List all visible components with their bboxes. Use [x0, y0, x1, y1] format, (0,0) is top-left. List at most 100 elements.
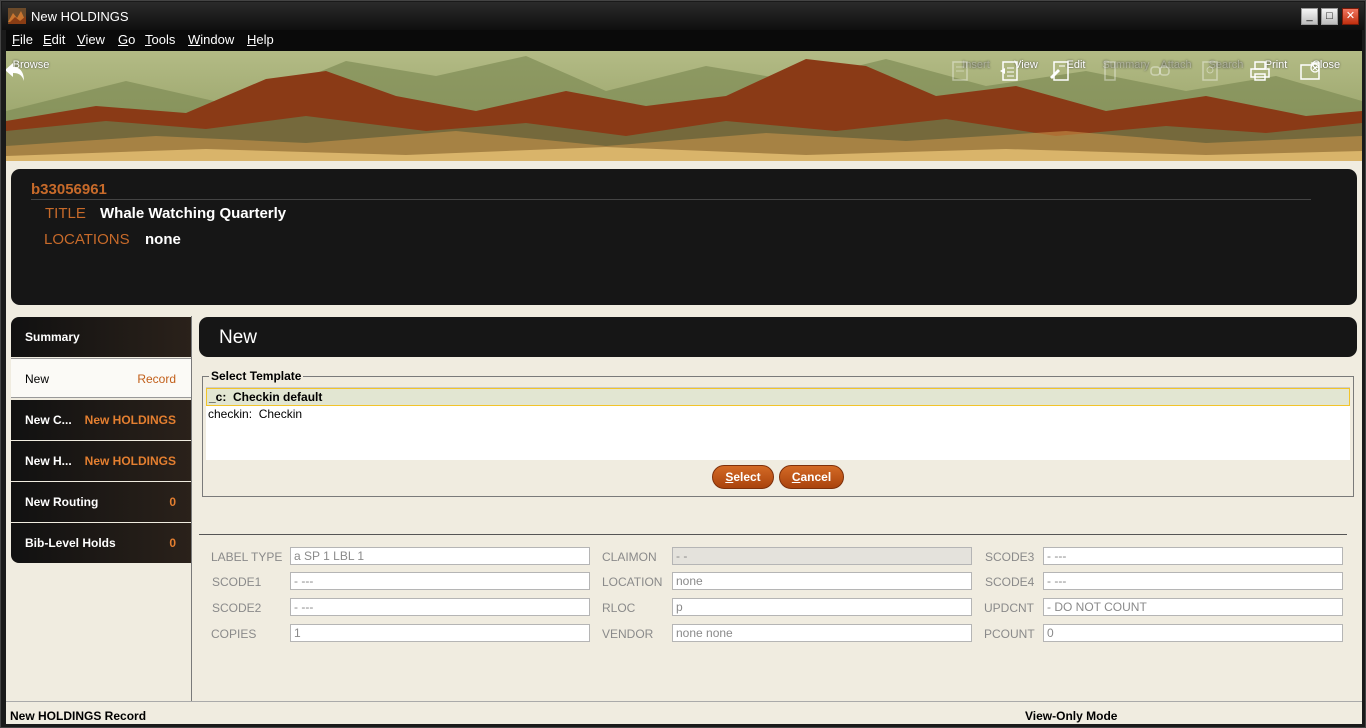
sidebar-item-label: Bib-Level Holds: [25, 536, 116, 550]
sidebar-item-new-holdings[interactable]: New H... New HOLDINGS: [11, 441, 191, 481]
app-logo-icon: [8, 8, 26, 24]
sidebar-item-label: New: [25, 372, 50, 386]
claimon-field[interactable]: - -: [672, 547, 972, 565]
template-name: Checkin: [258, 407, 303, 421]
close-icon: [1300, 62, 1320, 80]
attach-button[interactable]: Attach: [1148, 59, 1204, 76]
label-type-label: LABEL TYPE: [211, 550, 283, 564]
sidebar-item-bib-level-holds[interactable]: Bib-Level Holds 0: [11, 523, 191, 563]
menu-tools[interactable]: Tools: [145, 32, 175, 47]
pcount-label: PCOUNT: [984, 627, 1035, 641]
title-value: Whale Watching Quarterly: [100, 205, 287, 222]
view-button[interactable]: View: [998, 59, 1054, 81]
status-mode: View-Only Mode: [1025, 709, 1118, 723]
search-button[interactable]: Search: [1198, 59, 1254, 81]
sidebar-item-label: New H...: [25, 454, 72, 468]
sidebar-item-summary[interactable]: Summary: [11, 317, 191, 357]
select-template-legend: Select Template: [209, 369, 304, 383]
title-bar[interactable]: New HOLDINGS _ □ ✕: [2, 2, 1364, 30]
scode1-label: SCODE1: [212, 575, 262, 589]
scode4-label: SCODE4: [985, 575, 1035, 589]
claimon-label: CLAIMON: [602, 550, 657, 564]
app-window: New HOLDINGS _ □ ✕ File Edit View Go Too…: [0, 0, 1366, 728]
template-item-checkin-default[interactable]: _c: Checkin default: [206, 388, 1350, 406]
browse-button[interactable]: Browse: [6, 59, 59, 81]
sidebar-item-new-routing[interactable]: New Routing 0: [11, 482, 191, 522]
section-divider: [199, 534, 1347, 535]
header-divider: [31, 199, 1311, 200]
location-label: LOCATION: [602, 575, 663, 589]
edit-button[interactable]: Edit: [1048, 59, 1104, 81]
sidebar-item-value: 0: [169, 495, 176, 509]
sidebar-item-value: Record: [137, 372, 176, 386]
insert-button[interactable]: Insert: [948, 59, 1004, 81]
search-icon: [1202, 61, 1218, 81]
sidebar-item-new-record[interactable]: New Record: [11, 358, 191, 398]
summary-button[interactable]: Summary: [1098, 59, 1154, 81]
title-label: TITLE: [45, 205, 86, 222]
label-type-field[interactable]: a SP 1 LBL 1: [290, 547, 590, 565]
panel-header: New: [199, 317, 1357, 357]
template-code: checkin:: [208, 407, 253, 421]
updcnt-field[interactable]: - DO NOT COUNT: [1043, 598, 1343, 616]
rloc-field[interactable]: p: [672, 598, 972, 616]
panel-title: New: [219, 327, 258, 348]
cancel-button[interactable]: Cancel: [779, 465, 844, 489]
location-field[interactable]: none: [672, 572, 972, 590]
copies-field[interactable]: 1: [290, 624, 590, 642]
select-button[interactable]: Select: [712, 465, 774, 489]
record-number: b33056961: [31, 181, 107, 198]
record-header: b33056961 TITLE Whale Watching Quarterly…: [11, 169, 1357, 305]
select-template-group: Select Template _c: Checkin default chec…: [202, 369, 1354, 497]
close-record-button[interactable]: Close: [1298, 59, 1354, 80]
status-record-type: New HOLDINGS Record: [10, 709, 147, 723]
summary-icon: [1104, 61, 1116, 81]
toolbar-banner: Browse Insert View Edit Summary Attach S…: [6, 51, 1362, 161]
sidebar-item-value: New HOLDINGS: [84, 413, 176, 427]
vendor-field[interactable]: none none: [672, 624, 972, 642]
view-icon: [1000, 61, 1018, 81]
scode3-label: SCODE3: [985, 550, 1035, 564]
template-item-checkin[interactable]: checkin: Checkin: [206, 406, 1350, 424]
rloc-label: RLOC: [602, 601, 636, 615]
template-code: _c:: [209, 390, 227, 404]
scode4-field[interactable]: - ---: [1043, 572, 1343, 590]
close-window-button[interactable]: ✕: [1342, 8, 1359, 25]
back-arrow-icon: [6, 63, 24, 81]
menu-bar: File Edit View Go Tools Window Help: [6, 30, 1362, 51]
sidebar-item-value: New HOLDINGS: [84, 454, 176, 468]
locations-label: LOCATIONS: [44, 231, 130, 248]
locations-value: none: [145, 231, 181, 248]
sidebar-item-label: Summary: [25, 330, 80, 344]
menu-window[interactable]: Window: [188, 32, 234, 47]
menu-view[interactable]: View: [77, 32, 105, 47]
sidebar-item-value: 0: [169, 536, 176, 550]
attach-icon: [1150, 66, 1170, 76]
menu-edit[interactable]: Edit: [43, 32, 65, 47]
sidebar-item-new-checkin[interactable]: New C... New HOLDINGS: [11, 400, 191, 440]
insert-icon: [952, 61, 968, 81]
window-title: New HOLDINGS: [31, 9, 129, 24]
scode1-field[interactable]: - ---: [290, 572, 590, 590]
status-bar: New HOLDINGS Record View-Only Mode: [6, 701, 1362, 724]
edit-icon: [1050, 61, 1069, 81]
scode3-field[interactable]: - ---: [1043, 547, 1343, 565]
pcount-field[interactable]: 0: [1043, 624, 1343, 642]
menu-help[interactable]: Help: [247, 32, 274, 47]
updcnt-label: UPDCNT: [984, 601, 1034, 615]
scode2-field[interactable]: - ---: [290, 598, 590, 616]
menu-go[interactable]: Go: [118, 32, 135, 47]
vendor-label: VENDOR: [602, 627, 654, 641]
sidebar-nav: Summary New Record New C... New HOLDINGS…: [6, 316, 192, 701]
main-content: b33056961 TITLE Whale Watching Quarterly…: [6, 161, 1362, 701]
scode2-label: SCODE2: [212, 601, 262, 615]
template-name: Checkin default: [233, 390, 323, 404]
menu-file[interactable]: File: [12, 32, 33, 47]
copies-label: COPIES: [211, 627, 257, 641]
minimize-button[interactable]: _: [1301, 8, 1318, 25]
print-button[interactable]: Print: [1248, 59, 1304, 81]
template-list[interactable]: _c: Checkin default checkin: Checkin: [206, 387, 1350, 460]
sidebar-item-label: New C...: [25, 413, 72, 427]
maximize-button[interactable]: □: [1321, 8, 1338, 25]
print-icon: [1250, 61, 1270, 81]
